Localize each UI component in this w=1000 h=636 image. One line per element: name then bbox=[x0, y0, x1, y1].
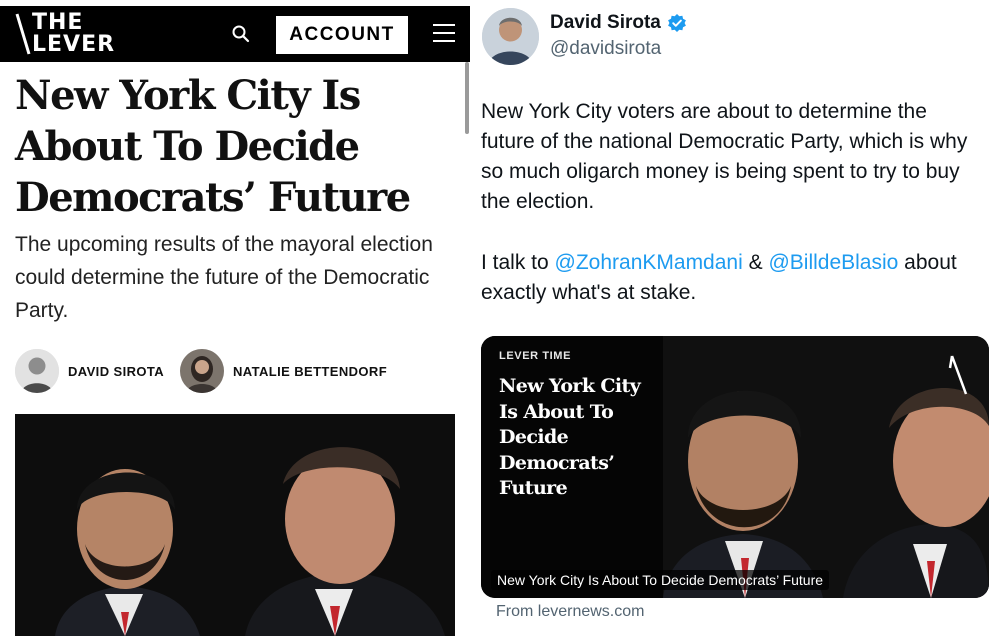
author-name-2: NATALIE BETTENDORF bbox=[233, 363, 388, 379]
mention-link-2[interactable]: @BilldeBlasio bbox=[768, 251, 898, 274]
tweet-text: New York City voters are about to determ… bbox=[481, 97, 986, 308]
scrollbar-thumb[interactable] bbox=[465, 62, 469, 134]
tweet-handle[interactable]: @davidsirota bbox=[550, 38, 661, 60]
article-panel: THE LEVER ACCOUNT New York City Is About… bbox=[0, 0, 470, 636]
author-byline-2[interactable]: NATALIE BETTENDORF bbox=[180, 348, 387, 394]
author-avatar-1 bbox=[15, 349, 59, 393]
card-eyebrow: LEVER TIME bbox=[499, 350, 572, 362]
article-hero-image bbox=[15, 414, 455, 636]
tweet-panel: David Sirota @davidsirota New York City … bbox=[470, 0, 1000, 636]
site-header: THE LEVER ACCOUNT bbox=[0, 6, 470, 62]
card-source-domain[interactable]: From levernews.com bbox=[496, 603, 644, 621]
author-name-1: DAVID SIROTA bbox=[68, 363, 165, 379]
article-headline: New York City Is About To Decide Democra… bbox=[15, 72, 411, 221]
display-name-text: David Sirota bbox=[550, 12, 661, 33]
card-text-panel: LEVER TIME New York City Is About To Dec… bbox=[481, 336, 663, 598]
tweet-paragraph-2: I talk to @ZohranKMamdani & @BilldeBlasi… bbox=[481, 248, 986, 308]
link-preview-card[interactable]: LEVER TIME New York City Is About To Dec… bbox=[481, 336, 989, 598]
mention-link-1[interactable]: @ZohranKMamdani bbox=[555, 251, 743, 274]
the-lever-logo[interactable]: THE LEVER bbox=[14, 10, 134, 58]
tweet-p2-join: & bbox=[742, 251, 769, 274]
logo-text-lever: LEVER bbox=[32, 32, 116, 57]
tweet-author-avatar[interactable] bbox=[482, 8, 539, 65]
logo-text-the: THE bbox=[32, 10, 84, 35]
article-dek: The upcoming results of the mayoral elec… bbox=[15, 233, 433, 322]
card-caption: New York City Is About To Decide Democra… bbox=[491, 570, 830, 590]
verified-badge-icon bbox=[667, 14, 686, 32]
account-button[interactable]: ACCOUNT bbox=[276, 16, 408, 54]
author-avatar-2 bbox=[180, 349, 224, 393]
menu-icon[interactable] bbox=[433, 24, 455, 44]
search-icon[interactable] bbox=[231, 24, 251, 44]
card-image bbox=[663, 336, 989, 598]
card-title: New York City Is About To Decide Democra… bbox=[499, 375, 641, 499]
tweet-paragraph-1: New York City voters are about to determ… bbox=[481, 100, 968, 213]
lever-logo-icon bbox=[15, 13, 31, 55]
author-byline-1[interactable]: DAVID SIROTA bbox=[15, 348, 164, 394]
lever-watermark-icon bbox=[948, 355, 968, 395]
tweet-display-name[interactable]: David Sirota bbox=[550, 12, 687, 34]
tweet-p2-prefix: I talk to bbox=[481, 251, 555, 274]
